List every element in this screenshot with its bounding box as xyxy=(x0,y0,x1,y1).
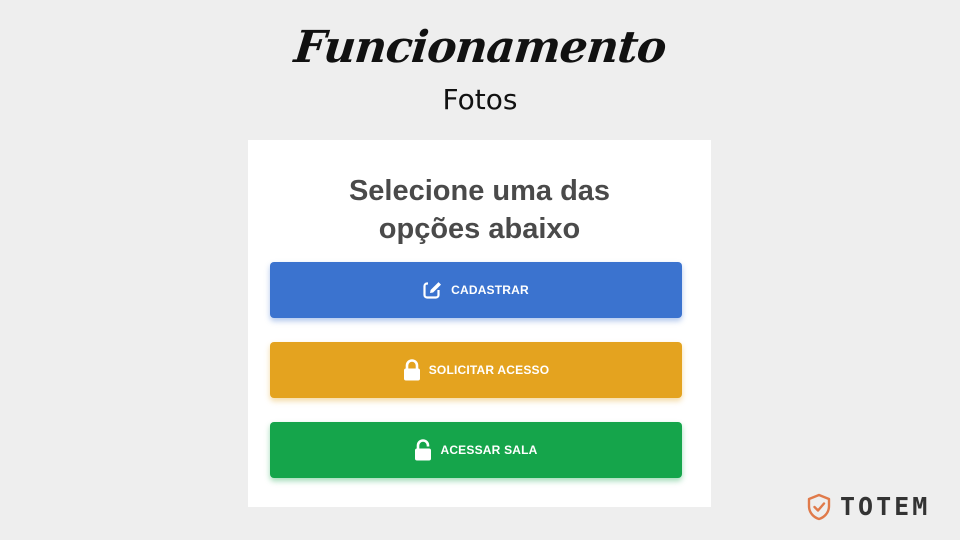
acessar-sala-button-label: ACESSAR SALA xyxy=(440,443,538,457)
slide-subtitle: Fotos xyxy=(442,83,518,116)
brand-name: TOTEM xyxy=(840,492,931,521)
cadastrar-button[interactable]: CADASTRAR xyxy=(270,262,682,318)
shield-check-icon xyxy=(806,493,832,521)
card-heading-line-1: Selecione uma das xyxy=(348,175,611,207)
acessar-sala-button[interactable]: ACESSAR SALA xyxy=(270,422,682,478)
cadastrar-button-label: CADASTRAR xyxy=(451,283,529,297)
unlock-icon xyxy=(414,439,432,461)
card-heading-line-2: opções abaixo xyxy=(378,213,581,245)
edit-icon xyxy=(423,280,444,300)
slide-title: Funcionamento xyxy=(291,22,669,73)
solicitar-acesso-button[interactable]: SOLICITAR ACESSO xyxy=(270,342,682,398)
totem-logo: TOTEM xyxy=(806,492,930,521)
solicitar-acesso-button-label: SOLICITAR ACESSO xyxy=(428,363,550,377)
lock-icon xyxy=(403,359,421,381)
card-heading: Selecione uma das opções abaixo xyxy=(248,172,711,248)
options-card: Selecione uma das opções abaixo CADASTRA… xyxy=(248,140,711,507)
